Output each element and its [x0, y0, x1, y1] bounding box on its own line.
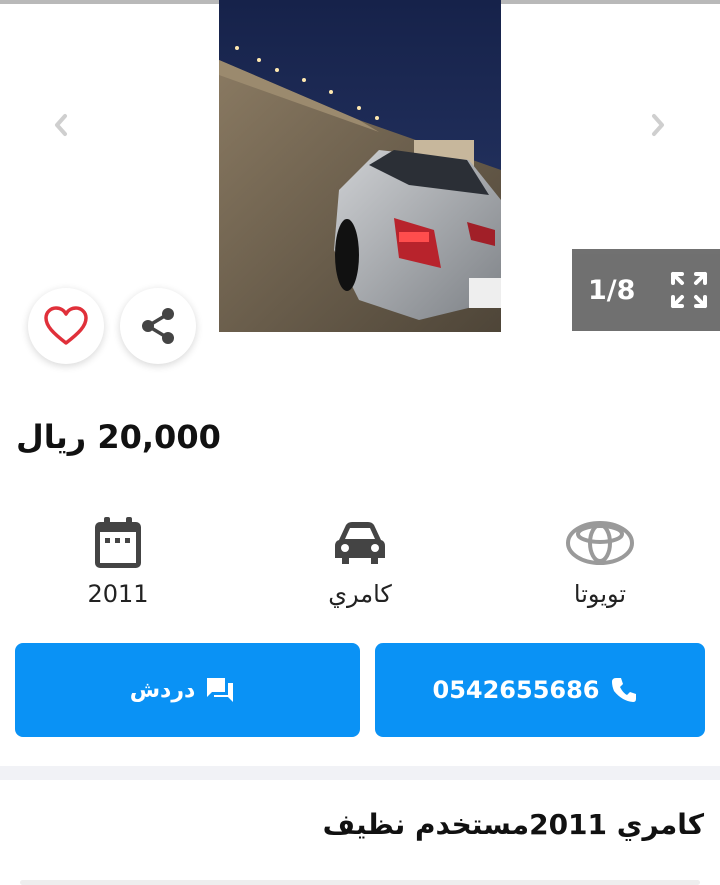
section-separator	[20, 880, 700, 885]
section-divider	[0, 766, 720, 780]
make-value: تويوتا	[573, 580, 627, 608]
prev-photo-button[interactable]	[46, 110, 76, 140]
fullscreen-icon	[670, 271, 708, 309]
model-value: كامري	[328, 580, 392, 608]
favorite-button[interactable]	[28, 288, 104, 364]
spec-make: تويوتا	[510, 512, 690, 608]
chat-button[interactable]: دردش	[15, 643, 360, 737]
price-label: 20,000 ريال	[16, 418, 221, 456]
car-photo[interactable]	[219, 0, 501, 332]
share-icon	[142, 308, 174, 344]
toyota-logo-icon	[566, 521, 634, 565]
spec-model: كامري	[270, 512, 450, 608]
year-value: 2011	[87, 580, 149, 608]
share-button[interactable]	[120, 288, 196, 364]
chat-icon	[205, 676, 235, 704]
photo-counter-fullscreen-button[interactable]: 1/8	[572, 249, 720, 331]
listing-page: 1/8 20,000 ريال 2011 كامري تويوتا دردش 0…	[0, 0, 720, 885]
listing-title: كامري 2011مستخدم نظيف	[322, 808, 704, 841]
heart-icon	[44, 306, 88, 345]
photo-counter: 1/8	[588, 274, 636, 306]
photo-gallery: 1/8	[0, 0, 720, 340]
spec-year: 2011	[28, 512, 208, 608]
phone-number-label: 0542655686	[432, 676, 600, 704]
next-photo-button[interactable]	[643, 110, 673, 140]
phone-icon	[610, 676, 638, 704]
chevron-right-icon	[652, 114, 664, 136]
calendar-icon	[95, 517, 141, 568]
chevron-left-icon	[55, 114, 67, 136]
chat-button-label: دردش	[129, 677, 196, 703]
call-button[interactable]: 0542655686	[375, 643, 705, 737]
car-icon	[335, 522, 385, 564]
